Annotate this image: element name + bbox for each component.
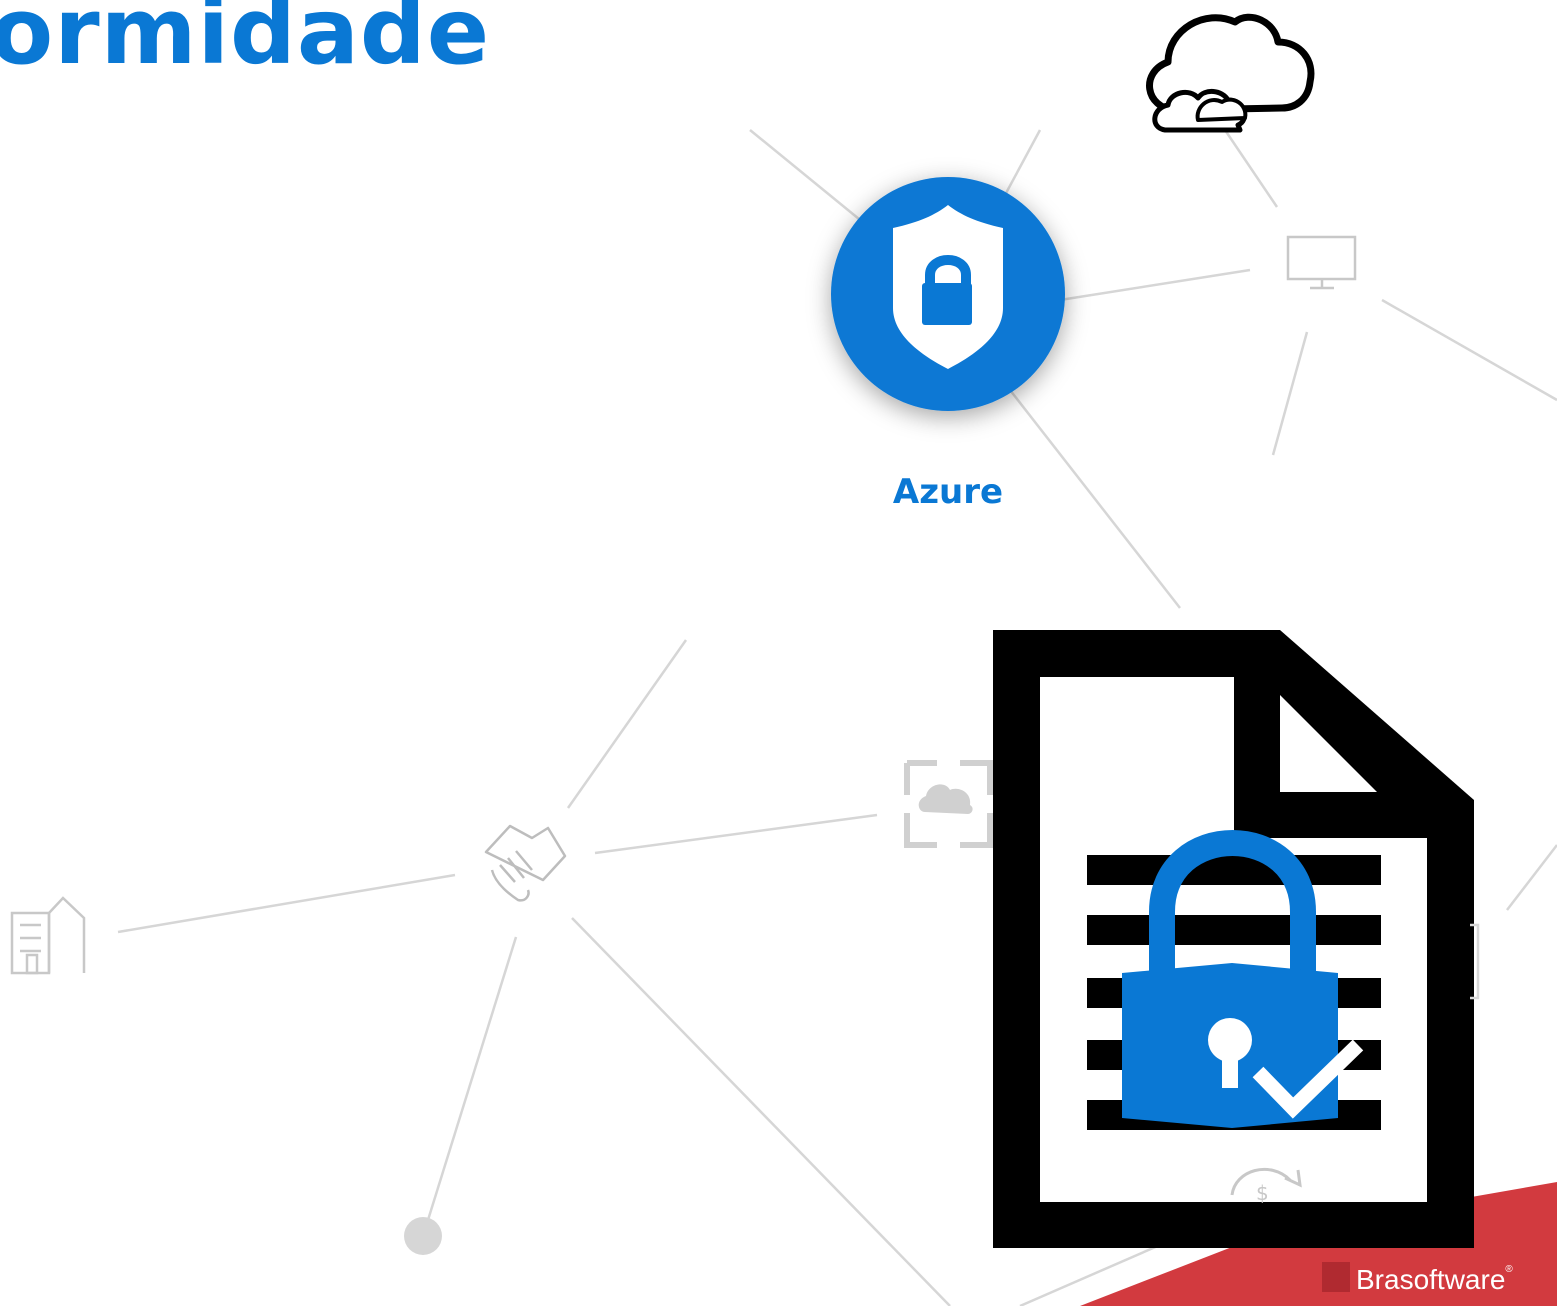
brand-logo-mark [1322,1262,1350,1292]
svg-text:$: $ [1256,1181,1269,1205]
brand-name: Brasoftware® [1356,1264,1513,1295]
building-icon [10,896,86,975]
cloud-icon [1146,13,1315,133]
handshake-icon [484,824,567,902]
azure-label: Azure [892,472,1004,512]
network-diagram: $ [10,13,1557,1306]
monitor-icon [1286,235,1357,290]
azure-node[interactable] [831,177,1065,411]
cloud-grid-icon [904,760,993,848]
node-dot [404,1217,442,1255]
document-lock-icon [993,630,1474,1248]
